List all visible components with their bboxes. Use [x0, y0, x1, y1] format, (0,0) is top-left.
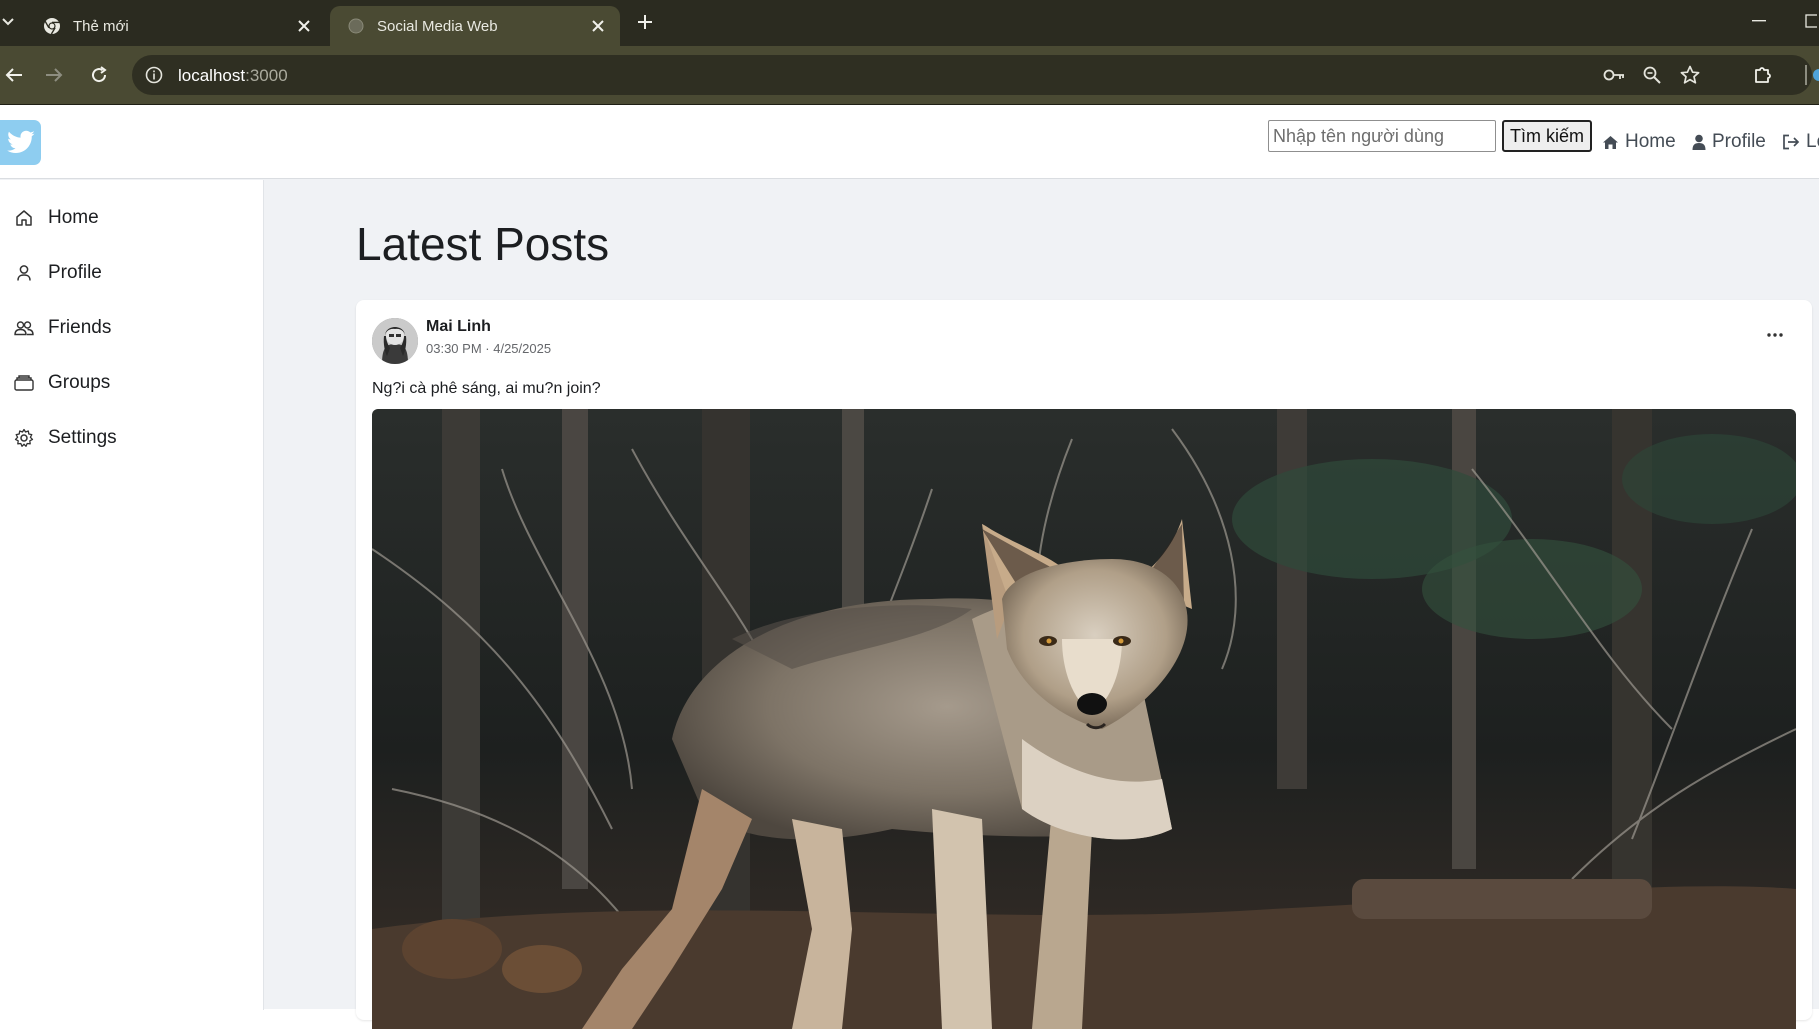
user-search-input[interactable] — [1268, 120, 1496, 152]
minimize-window-icon[interactable] — [1748, 10, 1770, 32]
site-info-icon[interactable] — [142, 63, 166, 87]
page-viewport: Tìm kiếm Home Profile Lo Home — [0, 105, 1819, 1029]
sidebar-item-label: Friends — [48, 317, 112, 338]
header-home-label: Home — [1625, 131, 1676, 152]
password-key-icon[interactable] — [1602, 63, 1626, 87]
tab-search-chevron-icon[interactable] — [0, 10, 16, 34]
bookmark-star-icon[interactable] — [1678, 63, 1702, 87]
user-icon — [14, 263, 34, 283]
url-text: localhost:3000 — [178, 66, 288, 86]
more-options-icon[interactable] — [1758, 322, 1792, 348]
sidebar-item-label: Profile — [48, 262, 102, 283]
header-profile-link[interactable]: Profile — [1692, 129, 1766, 155]
extensions-puzzle-icon[interactable] — [1749, 61, 1777, 89]
avatar[interactable] — [372, 318, 418, 364]
zoom-icon[interactable] — [1640, 63, 1664, 87]
back-arrow-icon[interactable] — [0, 61, 28, 89]
chrome-icon — [43, 17, 61, 35]
post-time: 03:30 PM — [426, 341, 482, 356]
profile-avatar-icon[interactable] — [1790, 61, 1819, 89]
browser-toolbar: localhost:3000 — [0, 46, 1819, 104]
forward-arrow-icon[interactable] — [40, 61, 68, 89]
tab-title: Social Media Web — [377, 17, 498, 35]
sidebar-item-home[interactable]: Home — [14, 203, 99, 233]
post-author-name[interactable]: Mai Linh — [426, 318, 491, 336]
post-timestamp: 03:30 PM · 4/25/2025 — [426, 341, 551, 356]
groups-icon — [14, 373, 34, 393]
gear-icon — [14, 428, 34, 448]
new-tab-plus-icon[interactable] — [633, 10, 657, 34]
url-port: :3000 — [245, 66, 288, 85]
sign-out-icon — [1782, 134, 1800, 150]
twitter-bird-logo-icon[interactable] — [0, 120, 41, 165]
post-text: Ng?i cà phê sáng, ai mu?n join? — [372, 380, 601, 397]
maximize-window-icon[interactable] — [1800, 10, 1819, 32]
page-title: Latest Posts — [356, 218, 610, 270]
header-home-link[interactable]: Home — [1602, 129, 1676, 155]
header-profile-label: Profile — [1712, 131, 1766, 152]
browser-tab-social-media-web[interactable]: Social Media Web — [330, 6, 620, 46]
home-icon — [14, 208, 34, 228]
sidebar-item-profile[interactable]: Profile — [14, 258, 102, 288]
sidebar-item-settings[interactable]: Settings — [14, 423, 117, 453]
reload-icon[interactable] — [85, 61, 113, 89]
sidebar-item-groups[interactable]: Groups — [14, 368, 110, 398]
post-date: 4/25/2025 — [493, 341, 552, 356]
post-image-coyote[interactable] — [372, 409, 1796, 1029]
browser-tab-new-tab[interactable]: Thẻ mới — [26, 6, 326, 46]
sidebar-item-label: Groups — [48, 372, 111, 393]
sidebar: Home Profile Friends Groups Settings — [0, 180, 264, 1010]
post-card: Mai Linh 03:30 PM · 4/25/2025 Ng?i cà ph… — [356, 300, 1812, 1029]
url-host: localhost — [178, 66, 246, 85]
search-button[interactable]: Tìm kiếm — [1502, 120, 1592, 152]
close-tab-icon[interactable] — [294, 16, 314, 36]
sidebar-item-label: Settings — [48, 427, 117, 448]
friends-icon — [14, 318, 34, 338]
globe-icon — [347, 17, 365, 35]
user-icon — [1692, 134, 1706, 150]
close-tab-icon[interactable] — [588, 16, 608, 36]
site-header: Tìm kiếm Home Profile Lo — [0, 105, 1819, 179]
home-icon — [1602, 135, 1619, 150]
sidebar-item-label: Home — [48, 207, 99, 228]
browser-tab-strip: Thẻ mới Social Media Web — [0, 0, 1819, 46]
sidebar-item-friends[interactable]: Friends — [14, 313, 111, 343]
header-logout-link[interactable]: Lo — [1782, 129, 1819, 155]
address-bar[interactable]: localhost:3000 — [132, 55, 1812, 95]
header-logout-label: Lo — [1806, 131, 1819, 152]
tab-title: Thẻ mới — [73, 17, 129, 35]
